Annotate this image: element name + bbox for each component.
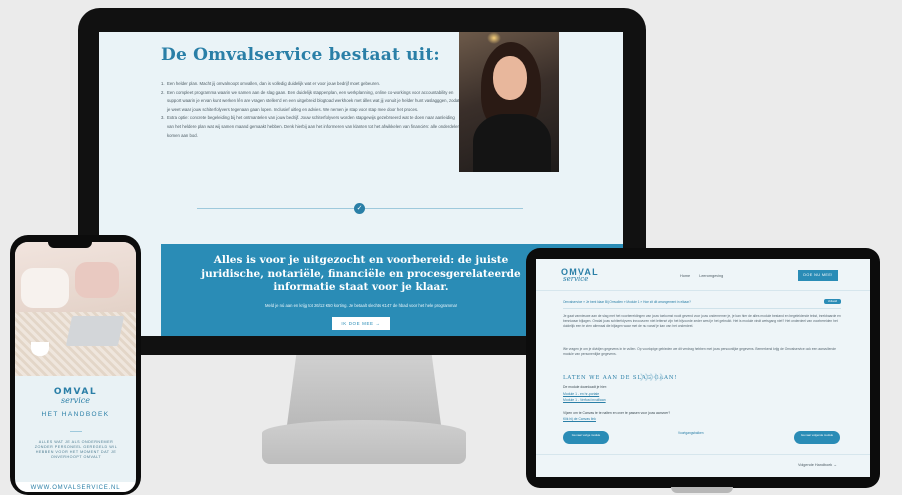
status-badge: Voltooid [824, 299, 841, 304]
nav-item-home[interactable]: Home [680, 274, 690, 278]
intro-paragraph: Je gaat vannieuwe aan de slag met het vo… [563, 314, 841, 329]
cta-band-text: Meld je nú aan en krijg tot 26/12 €50 ko… [264, 303, 458, 308]
phone-logo-sub: service [61, 396, 90, 405]
progress-link[interactable]: Voortgangsbalken [678, 431, 704, 435]
phone-subtitle: HET HANDBOEK [41, 411, 110, 418]
chevron-right-icon: ❯❯❯❯❯ [639, 374, 664, 381]
phone-url[interactable]: WWW.OMVALSERVICE.NL [15, 482, 136, 492]
desktop-heading: De Omvalservice bestaat uit: [161, 45, 440, 65]
tablet-cta-button[interactable]: DOE NU MEE! [798, 270, 838, 281]
monitor-stand-base [262, 420, 466, 464]
join-button[interactable]: IK DOE MEE → [332, 317, 390, 330]
phone-divider [70, 431, 82, 432]
footer-separator [536, 454, 870, 455]
cta-band-title: Alles is voor je uitgezocht en voorberei… [201, 254, 521, 293]
tablet-nav: Home Leeromgeving [680, 274, 731, 278]
canvas-question: Vijzen om te Canvas te te nalten en over… [563, 411, 671, 415]
phone-description: ALLES WAT JE ALS ONDERNEMER ZONDER PERSO… [34, 440, 118, 459]
phone-device: OMVAL service HET HANDBOEK ALLES WAT JE … [10, 235, 141, 495]
prev-module-button[interactable]: Ga naar vorige module [563, 431, 609, 444]
phone-screen: OMVAL service HET HANDBOEK ALLES WAT JE … [15, 242, 136, 492]
next-module-button[interactable]: Ga naar volgende module [794, 431, 840, 444]
download-label: De module downloadt je hier: [563, 385, 607, 389]
next-handbook-link[interactable]: Volgende Handboek → [798, 463, 837, 467]
download-link-2[interactable]: Module 1 - Verfust invulllaan [563, 398, 606, 402]
desktop-feature-list: 1. Een helder plan. Macht jij omvalnoopt … [161, 80, 461, 140]
tablet-logo-sub: service [563, 275, 589, 283]
cover-photo [15, 242, 136, 376]
tablet-screen: OMVAL service Home Leeromgeving DOE NU M… [536, 259, 870, 477]
portrait-photo [459, 32, 559, 172]
tablet-device: OMVAL service Home Leeromgeving DOE NU M… [526, 248, 880, 488]
list-item: 2. Een compleet programma waarin we samen… [161, 89, 460, 112]
phone-notch [48, 241, 92, 248]
canvas-link[interactable]: Klik hij de Canvas link [563, 417, 596, 421]
content-rule [563, 308, 841, 309]
download-link-1[interactable]: Module 1 - en hr-portale [563, 392, 599, 396]
list-item: 3. Extra optie: concrete begeleiding bij … [161, 115, 460, 138]
monitor-stand-neck [287, 355, 441, 425]
info-paragraph: We vragen je om je dividjen gegevens in … [563, 347, 837, 357]
list-item: 1. Een helder plan. Macht jij omvalnoopt … [161, 81, 381, 86]
tablet-stand [671, 487, 733, 493]
check-icon: ✓ [354, 203, 365, 214]
header-separator [536, 290, 870, 291]
nav-item-leeromgeving[interactable]: Leeromgeving [699, 274, 723, 278]
breadcrumb[interactable]: Omvalservice » Je bent klaar Bij Omvalle… [563, 300, 691, 304]
mockup-stage: De Omvalservice bestaat uit: 1. Een helde… [0, 0, 902, 495]
